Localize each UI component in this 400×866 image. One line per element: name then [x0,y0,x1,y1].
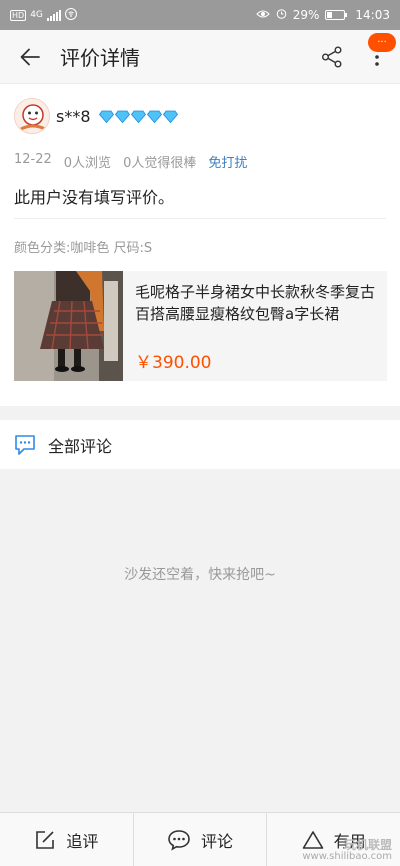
eye-icon [256,8,270,22]
follow-up-review-label: 追评 [66,831,99,851]
product-card[interactable]: 毛呢格子半身裙女中长款秋冬季复古百搭高腰显瘦格纹包臀a字长裙 ￥390.00 [14,271,387,381]
user-row: s**8 [14,98,178,134]
diamond-icon [114,110,130,123]
comments-section-header: 全部评论 [0,420,400,469]
like-count: 0人觉得很棒 [123,156,197,171]
product-image[interactable] [14,271,123,381]
wifi-icon [64,7,77,23]
comment-icon [168,829,190,851]
alarm-icon [276,8,287,22]
back-arrow-icon [20,48,40,65]
watermark-url: www.shilibao.com [302,851,392,862]
watermark-title: 玩机联盟 [343,838,392,852]
back-button[interactable] [0,30,60,84]
share-icon [322,46,342,67]
follow-up-review-button[interactable]: 追评 [0,813,134,866]
share-button[interactable] [310,30,354,84]
battery-percent: 29% [292,8,320,22]
user-level-diamonds [98,110,178,123]
more-button[interactable]: ··· [354,30,400,84]
view-count: 0人浏览 [63,156,112,171]
page-title: 评价详情 [60,46,140,70]
battery-icon [325,10,348,20]
empty-comments-message: 沙发还空着，快来抢吧~ [124,567,276,583]
diamond-icon [146,110,162,123]
username[interactable]: s**8 [56,107,91,126]
comments-title: 全部评论 [48,436,113,456]
comment-label: 评论 [201,831,234,851]
clock: 14:03 [355,8,390,22]
message-badge[interactable]: ··· [368,32,396,52]
comment-button[interactable]: 评论 [134,813,268,866]
diamond-icon [130,110,146,123]
do-not-disturb-link[interactable]: 免打扰 [208,152,247,171]
diamond-icon [162,110,178,123]
comment-bubble-icon [15,434,35,455]
hd-icon: HD [10,9,27,21]
review-meta: 12-22 0人浏览 0人觉得很棒 免打扰 [14,152,247,171]
top-nav-bar: 评价详情 ··· [0,30,400,84]
review-text: 此用户没有填写评价。 [14,188,175,207]
signal-icon [46,9,61,21]
edit-icon [36,830,55,849]
review-card: s**8 12-22 0人浏览 0人觉得很棒 免打扰 此用户没有填写评价。 颜色… [0,84,400,406]
sku-info: 颜色分类:咖啡色 尺码:S [14,241,153,256]
network-label: 4G [30,10,43,20]
watermark: 玩机联盟 www.shilibao.com [302,838,392,862]
diamond-icon [98,110,114,123]
status-bar: HD 4G 29% 14:03 [0,0,400,30]
product-price: ￥390.00 [135,353,212,373]
avatar[interactable] [14,98,50,134]
product-title[interactable]: 毛呢格子半身裙女中长款秋冬季复古百搭高腰显瘦格纹包臀a字长裙 [135,281,377,325]
divider [14,218,386,219]
review-date: 12-22 [14,152,52,167]
